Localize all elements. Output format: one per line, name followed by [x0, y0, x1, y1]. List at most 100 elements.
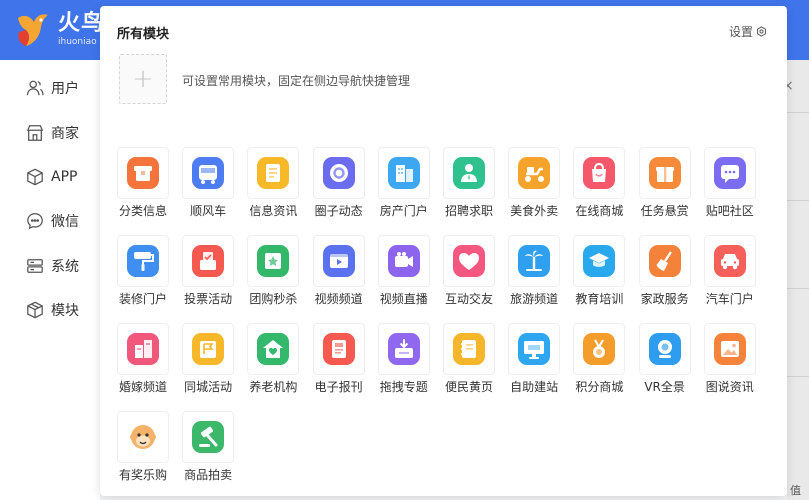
module-icon-tile	[377, 235, 430, 287]
module-item[interactable]: 便民黄页	[443, 323, 498, 403]
car-icon	[713, 245, 746, 277]
scooter-icon	[518, 157, 551, 189]
module-icon-tile	[703, 147, 756, 199]
module-icon-tile	[117, 147, 169, 199]
module-icon-tile	[312, 323, 365, 375]
gavel-icon	[192, 421, 225, 453]
vr-camera-icon	[648, 333, 681, 365]
module-label: 房产门户	[379, 204, 428, 218]
drag-icon	[387, 333, 420, 365]
module-label: 有奖乐购	[118, 468, 167, 482]
module-label: 同城活动	[184, 380, 233, 394]
module-icon-tile	[182, 323, 235, 375]
module-icon-tile	[508, 235, 561, 287]
gift-icon	[648, 157, 681, 189]
module-item[interactable]: 投票活动	[182, 235, 237, 315]
module-icon	[27, 301, 43, 319]
divider	[787, 200, 809, 201]
video-icon	[322, 245, 355, 277]
module-item[interactable]: 任务悬赏	[638, 147, 694, 227]
shop-bag-icon	[583, 157, 616, 189]
module-label: 婚嫁频道	[118, 380, 167, 394]
module-item[interactable]: 旅游频道	[508, 235, 563, 315]
module-item[interactable]: 互动交友	[443, 235, 498, 315]
module-icon-tile	[703, 235, 756, 287]
module-item[interactable]: 自助建站	[508, 323, 563, 403]
message-icon	[713, 157, 746, 189]
module-item[interactable]: 积分商城	[573, 323, 628, 403]
module-item[interactable]: 团购秒杀	[247, 235, 302, 315]
module-label: 信息资讯	[249, 204, 298, 218]
module-item[interactable]: 养老机构	[247, 323, 302, 403]
module-item[interactable]: 贴吧社区	[703, 147, 759, 227]
shortcut-hint-text: 可设置常用模块，固定在侧边导航快捷管理	[182, 74, 411, 88]
module-label: 在线商城	[575, 204, 624, 218]
module-item[interactable]: 分类信息	[117, 147, 172, 227]
newspaper-icon	[322, 333, 355, 365]
module-item[interactable]: 房产门户	[377, 147, 433, 227]
module-label: 商品拍卖	[184, 468, 233, 482]
sidebar-item-system[interactable]: 系统	[26, 256, 79, 276]
module-label: 便民黄页	[444, 380, 493, 394]
sidebar-item-users[interactable]: 用户	[26, 78, 79, 98]
module-item[interactable]: 圈子动态	[312, 147, 368, 227]
module-label: 养老机构	[249, 380, 298, 394]
circle-icon	[322, 157, 355, 189]
module-icon-tile	[182, 411, 235, 463]
sidebar-item-wechat[interactable]: 微信	[26, 211, 79, 231]
module-item[interactable]: 在线商城	[573, 147, 628, 227]
monkey-icon	[130, 425, 156, 449]
module-icon-tile	[182, 147, 235, 199]
paint-roller-icon	[127, 245, 159, 277]
module-item[interactable]: 招聘求职	[443, 147, 498, 227]
module-icon-tile	[117, 235, 169, 287]
module-icon-tile	[312, 235, 365, 287]
module-label: 旅游频道	[510, 292, 559, 306]
module-item[interactable]: 家政服务	[638, 235, 694, 315]
module-label: 顺风车	[190, 204, 227, 218]
module-icon-tile	[247, 147, 300, 199]
module-label: 电子报刊	[314, 380, 363, 394]
module-label: 美食外卖	[510, 204, 559, 218]
module-item[interactable]: 商品拍卖	[182, 411, 237, 491]
module-icon-tile	[443, 323, 495, 375]
module-icon-tile	[573, 147, 626, 199]
module-item[interactable]: 婚嫁频道	[117, 323, 172, 403]
module-item[interactable]: 视频直播	[377, 235, 433, 315]
module-label: 贴吧社区	[705, 204, 754, 218]
module-icon-tile	[638, 147, 691, 199]
module-item[interactable]: 视频频道	[312, 235, 368, 315]
module-item[interactable]: 图说资讯	[703, 323, 759, 403]
module-label: 视频直播	[379, 292, 428, 306]
module-item[interactable]: VR全景	[638, 323, 694, 403]
server-icon	[27, 259, 43, 273]
module-item[interactable]: 有奖乐购	[117, 411, 172, 491]
chat-icon	[27, 213, 43, 230]
sidebar-item-modules[interactable]: 模块	[26, 300, 79, 320]
module-item[interactable]: 美食外卖	[508, 147, 563, 227]
module-item[interactable]: 汽车门户	[703, 235, 759, 315]
settings-button[interactable]: 设置	[729, 23, 767, 40]
plus-icon: +	[132, 64, 154, 94]
module-item[interactable]: 装修门户	[117, 235, 172, 315]
module-icon-tile	[247, 235, 300, 287]
module-item[interactable]: 电子报刊	[312, 323, 368, 403]
background-corner-text: 值	[790, 484, 801, 497]
module-label: 拖拽专题	[379, 380, 428, 394]
heart-icon	[453, 245, 485, 277]
sidebar-item-app[interactable]: APP	[26, 167, 77, 187]
module-icon-tile	[117, 323, 169, 375]
logo-text: 火鸟	[58, 11, 105, 36]
module-item[interactable]: 拖拽专题	[377, 323, 433, 403]
module-item[interactable]: 同城活动	[182, 323, 237, 403]
sidebar-item-label: 系统	[51, 259, 79, 275]
module-label: 分类信息	[118, 204, 167, 218]
module-item[interactable]: 教育培训	[573, 235, 628, 315]
add-shortcut-module-button[interactable]: +	[119, 54, 167, 104]
sidebar-item-merchants[interactable]: 商家	[26, 123, 79, 143]
module-item[interactable]: 信息资讯	[247, 147, 302, 227]
ballot-icon	[192, 245, 225, 277]
module-label: VR全景	[644, 380, 685, 394]
logo[interactable]: 火鸟 ihuoniao	[14, 10, 104, 50]
module-item[interactable]: 顺风车	[182, 147, 237, 227]
